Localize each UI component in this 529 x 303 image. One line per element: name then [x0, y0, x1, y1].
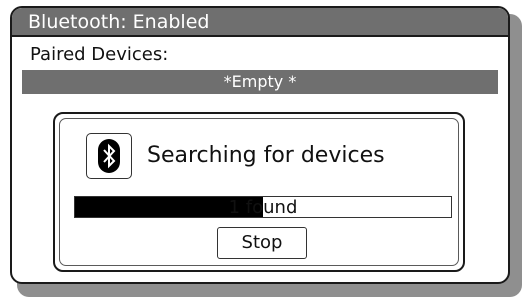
search-progress-bar: 1 found [74, 196, 452, 218]
found-count: 1 found [228, 197, 298, 218]
paired-devices-label: Paired Devices: [30, 44, 169, 65]
search-dialog-inner: Searching for devices 1 found Stop [59, 118, 459, 266]
bluetooth-icon [86, 133, 132, 179]
search-status-text: Searching for devices [147, 143, 385, 168]
title-bar: Bluetooth: Enabled [12, 8, 508, 37]
bluetooth-screen: Bluetooth: Enabled Paired Devices: *Empt… [10, 6, 510, 284]
search-dialog: Searching for devices 1 found Stop [53, 112, 465, 272]
stop-button[interactable]: Stop [217, 227, 307, 259]
paired-device-item[interactable]: *Empty * [22, 70, 498, 94]
